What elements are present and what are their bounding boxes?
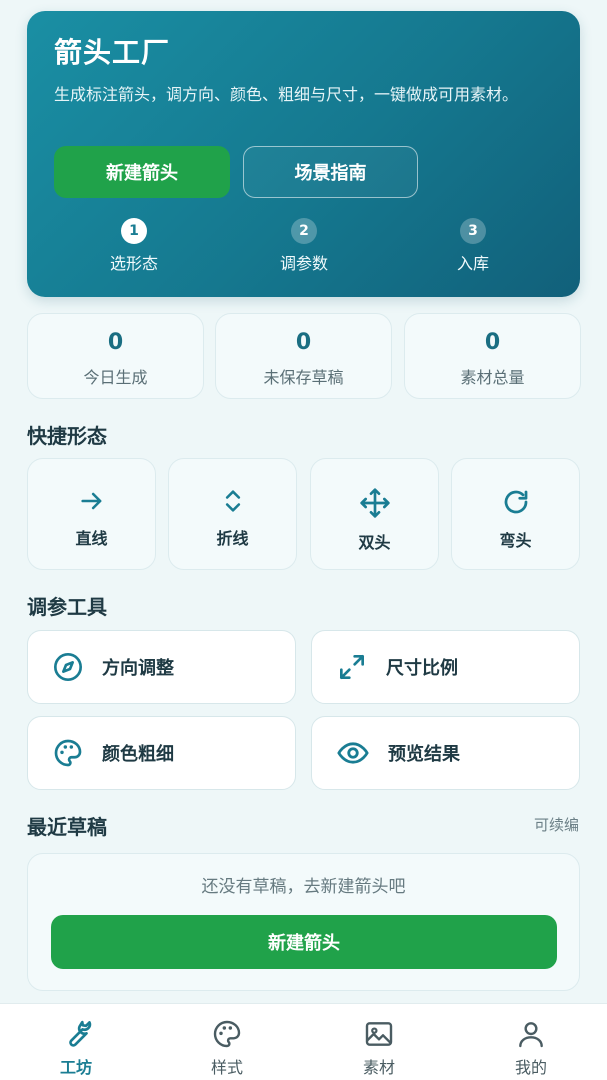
stat-unsaved-drafts: 0 未保存草稿	[215, 313, 392, 399]
new-arrow-button[interactable]: 新建箭头	[54, 146, 230, 198]
quick-label: 双头	[358, 533, 391, 552]
move-cross-icon	[359, 488, 390, 518]
expand-arrows-icon	[340, 655, 364, 679]
image-icon	[365, 1022, 393, 1046]
step-number: 3	[460, 218, 486, 244]
step-1: 1 选形态	[84, 218, 184, 274]
bottom-tab-bar: 工坊 样式 素材 我的	[0, 1003, 607, 1080]
stat-value: 0	[484, 330, 501, 355]
step-number: 1	[121, 218, 147, 244]
hero-description: 生成标注箭头，调方向、颜色、粗细与尺寸，一键做成可用素材。	[54, 85, 519, 104]
tab-workshop[interactable]: 工坊	[26, 1018, 126, 1078]
stat-value: 0	[107, 330, 124, 355]
scene-guide-button[interactable]: 场景指南	[243, 146, 418, 198]
tool-label: 尺寸比例	[386, 658, 458, 679]
palette-icon	[213, 1020, 241, 1048]
continue-edit-link[interactable]: 可续编	[534, 814, 579, 835]
compass-icon	[54, 653, 82, 681]
stat-label: 今日生成	[83, 368, 148, 387]
step-indicator: 1 选形态 2 调参数 3 入库	[27, 218, 580, 278]
user-icon	[519, 1022, 543, 1048]
eye-icon	[337, 742, 369, 764]
tab-assets[interactable]: 素材	[329, 1018, 429, 1078]
chevron-up-down-icon	[225, 490, 240, 512]
step-number: 2	[291, 218, 317, 244]
tool-size-ratio[interactable]: 尺寸比例	[311, 630, 580, 704]
wrench-icon	[69, 1020, 92, 1047]
hero-title: 箭头工厂	[54, 36, 171, 69]
tool-label: 颜色粗细	[102, 744, 174, 765]
tool-preview[interactable]: 预览结果	[311, 716, 580, 790]
quick-shapes-title: 快捷形态	[27, 424, 107, 448]
empty-state-text: 还没有草稿，去新建箭头吧	[201, 877, 406, 897]
stat-value: 0	[295, 330, 312, 355]
step-label: 选形态	[109, 254, 158, 273]
step-label: 入库	[456, 254, 489, 273]
tab-label: 素材	[362, 1058, 395, 1077]
step-2: 2 调参数	[254, 218, 354, 274]
tool-label: 预览结果	[388, 744, 460, 765]
tab-style[interactable]: 样式	[177, 1018, 277, 1078]
recent-drafts-title: 最近草稿	[27, 815, 107, 839]
new-arrow-button-secondary[interactable]: 新建箭头	[51, 915, 557, 969]
tab-profile[interactable]: 我的	[481, 1018, 581, 1078]
quick-label: 弯头	[499, 531, 532, 550]
step-label: 调参数	[279, 254, 328, 273]
quick-polyline[interactable]: 折线	[168, 458, 297, 570]
stat-label: 未保存草稿	[263, 368, 344, 387]
arrow-right-icon	[80, 492, 101, 510]
stat-today-generated: 0 今日生成	[27, 313, 204, 399]
palette-icon	[54, 739, 82, 767]
tab-label: 我的	[514, 1058, 547, 1077]
hero-card: 箭头工厂 生成标注箭头，调方向、颜色、粗细与尺寸，一键做成可用素材。 新建箭头 …	[27, 11, 580, 297]
quick-curved[interactable]: 弯头	[451, 458, 580, 570]
quick-double-head[interactable]: 双头	[310, 458, 439, 570]
tool-label: 方向调整	[102, 658, 174, 679]
rotate-cw-icon	[504, 490, 527, 514]
stat-label: 素材总量	[460, 368, 525, 387]
tool-direction[interactable]: 方向调整	[27, 630, 296, 704]
quick-label: 直线	[75, 529, 108, 548]
quick-label: 折线	[216, 529, 249, 548]
tool-color-width[interactable]: 颜色粗细	[27, 716, 296, 790]
tab-label: 样式	[210, 1058, 243, 1077]
recent-drafts-card: 还没有草稿，去新建箭头吧 新建箭头	[27, 853, 580, 991]
step-3: 3 入库	[423, 218, 523, 274]
tools-title: 调参工具	[27, 595, 107, 619]
quick-straight[interactable]: 直线	[27, 458, 156, 570]
tab-label: 工坊	[59, 1058, 92, 1077]
stat-asset-total: 0 素材总量	[404, 313, 581, 399]
